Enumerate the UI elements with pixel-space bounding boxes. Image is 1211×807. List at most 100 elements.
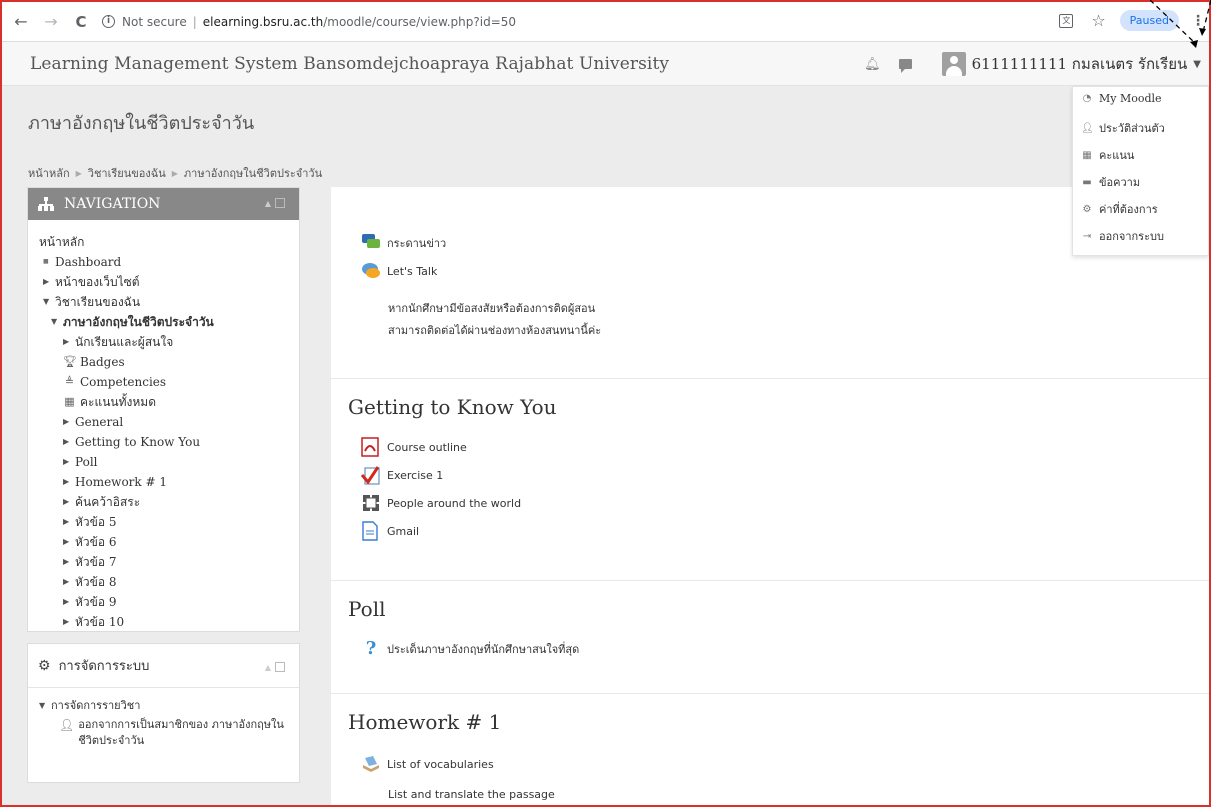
expand-icon[interactable]: ▶: [63, 612, 75, 632]
breadcrumb-arrow-icon: ▶: [75, 168, 82, 178]
nav-item-badges[interactable]: Badges: [80, 352, 125, 372]
navigation-block-header: NAVIGATION ▲: [28, 188, 299, 220]
collapse-icon[interactable]: ▼: [39, 698, 51, 714]
menu-item-messages[interactable]: ▬ ข้อความ: [1081, 173, 1140, 191]
site-title[interactable]: Learning Management System Bansomdejchoa…: [30, 54, 669, 74]
menu-item-label: ประวัติส่วนตัว: [1099, 122, 1165, 135]
user-menu-name[interactable]: 6111111111 กมลเนตร รักเรียน: [972, 52, 1188, 76]
nav-item-section[interactable]: General: [75, 412, 123, 432]
wrench-icon: ⚙: [1082, 203, 1092, 215]
menu-item-profile[interactable]: 👤︎ ประวัติส่วนตัว: [1081, 119, 1165, 137]
admin-item-course-admin[interactable]: การจัดการรายวิชา: [51, 698, 140, 714]
expand-icon[interactable]: ▶: [63, 332, 75, 352]
user-icon: 👤︎: [59, 718, 75, 732]
back-arrow-icon[interactable]: ←: [10, 11, 32, 33]
breadcrumb: หน้าหลัก ▶ วิชาเรียนของฉัน ▶ ภาษาอังกฤษใ…: [28, 164, 322, 182]
collapse-block-icon[interactable]: ▲: [265, 199, 271, 208]
nav-item-section[interactable]: Poll: [75, 452, 98, 472]
administration-block: ⚙ การจัดการระบบ ▲ ▼ การจัดการรายวิชา 👤︎ อ…: [27, 643, 300, 783]
trophy-icon: 🏆︎: [63, 355, 77, 368]
bookmark-star-icon[interactable]: ☆: [1091, 11, 1105, 30]
activity-lets-talk[interactable]: Let's Talk: [361, 261, 437, 281]
nav-item-site-pages[interactable]: หน้าของเว็บไซต์: [55, 272, 140, 292]
expand-icon[interactable]: ▶: [63, 572, 75, 592]
nav-item-current-course[interactable]: ภาษาอังกฤษในชีวิตประจำวัน: [63, 312, 214, 332]
menu-item-logout[interactable]: ⇥ ออกจากระบบ: [1081, 227, 1164, 245]
nav-item-section[interactable]: หัวข้อ 10: [75, 612, 124, 632]
breadcrumb-course[interactable]: ภาษาอังกฤษในชีวิตประจำวัน: [184, 164, 322, 182]
administration-block-header: ⚙ การจัดการระบบ ▲: [28, 644, 299, 688]
expand-icon[interactable]: ▶: [63, 412, 75, 432]
menu-item-preferences[interactable]: ⚙ ค่าที่ต้องการ: [1081, 200, 1158, 218]
expand-icon[interactable]: ▶: [63, 532, 75, 552]
expand-icon[interactable]: ▶: [63, 552, 75, 572]
nav-item-section[interactable]: หัวข้อ 9: [75, 592, 117, 612]
nav-item-section[interactable]: หัวข้อ 8: [75, 572, 117, 592]
expand-icon[interactable]: ▶: [63, 432, 75, 452]
address-separator: |: [192, 14, 197, 29]
activity-course-outline[interactable]: Course outline: [361, 437, 467, 457]
collapse-icon[interactable]: ▼: [51, 312, 63, 332]
section-title[interactable]: Getting to Know You: [348, 395, 557, 419]
nav-item-grades[interactable]: คะแนนทั้งหมด: [80, 392, 156, 412]
address-bar[interactable]: i Not secure | elearning.bsru.ac.th/mood…: [102, 15, 516, 29]
dock-block-icon[interactable]: [275, 662, 285, 672]
user-icon: 👤︎: [1081, 122, 1094, 134]
activity-gmail[interactable]: Gmail: [361, 521, 419, 541]
grades-table-icon: ▦: [64, 395, 75, 408]
avatar[interactable]: [941, 52, 966, 76]
nav-item-section[interactable]: Getting to Know You: [75, 432, 200, 452]
message-icon[interactable]: [898, 59, 912, 73]
nav-item-participants[interactable]: นักเรียนและผู้สนใจ: [75, 332, 173, 352]
nav-item-competencies[interactable]: Competencies: [80, 372, 166, 392]
activity-label: Exercise 1: [387, 468, 444, 482]
menu-item-label: ออกจากระบบ: [1099, 230, 1164, 243]
nav-item-section[interactable]: หัวข้อ 5: [75, 512, 117, 532]
section-homework-1: Homework # 1 List of vocabularies List a…: [331, 694, 1209, 807]
section-title[interactable]: Poll: [348, 597, 385, 621]
admin-item-unenrol[interactable]: ออกจากการเป็นสมาชิกของ ภาษาอังกฤษใน ชีวิ…: [78, 717, 284, 749]
nav-item-section[interactable]: หัวข้อ 6: [75, 532, 117, 552]
section-getting-to-know-you: Getting to Know You Course outline Exerc…: [331, 379, 1209, 581]
expand-icon[interactable]: ▶: [63, 472, 75, 492]
menu-item-grades[interactable]: ▦ คะแนน: [1081, 146, 1134, 164]
assignment-icon: [360, 465, 381, 485]
chevron-down-icon[interactable]: ▼: [1193, 59, 1201, 70]
nav-item-dashboard[interactable]: Dashboard: [55, 252, 121, 272]
section-title[interactable]: Homework # 1: [348, 710, 501, 734]
nav-item-section[interactable]: ค้นคว้าอิสระ: [75, 492, 140, 512]
expand-icon[interactable]: ▶: [63, 592, 75, 612]
nav-item-section[interactable]: Homework # 1: [75, 472, 167, 492]
activity-poll-choice[interactable]: ? ประเด็นภาษาอังกฤษที่นักศึกษาสนใจที่สุด: [361, 639, 580, 659]
menu-item-label: My Moodle: [1099, 92, 1162, 105]
translate-icon[interactable]: 文: [1059, 13, 1074, 28]
activity-label: Gmail: [387, 524, 420, 538]
navigation-tree: หน้าหลัก ■ Dashboard ▶ หน้าของเว็บไซต์ ▼ วิ…: [28, 220, 299, 632]
nav-item-my-courses[interactable]: วิชาเรียนของฉัน: [55, 292, 140, 312]
forward-arrow-icon[interactable]: →: [40, 11, 62, 33]
sitemap-icon: [38, 197, 54, 211]
expand-icon[interactable]: ▶: [43, 272, 55, 292]
expand-icon[interactable]: ▶: [63, 512, 75, 532]
collapse-icon[interactable]: ▼: [43, 292, 55, 312]
page-title: ภาษาอังกฤษในชีวิตประจำวัน: [28, 113, 255, 134]
activity-list-of-vocabularies[interactable]: List of vocabularies: [361, 754, 494, 774]
activity-exercise-1[interactable]: Exercise 1: [360, 465, 444, 485]
menu-item-my-moodle[interactable]: ◔ My Moodle: [1081, 92, 1162, 105]
dock-block-icon[interactable]: [275, 198, 285, 208]
breadcrumb-home[interactable]: หน้าหลัก: [28, 164, 70, 182]
activity-people-around-the-world[interactable]: People around the world: [361, 493, 521, 513]
collapse-block-icon[interactable]: ▲: [265, 663, 271, 672]
expand-icon[interactable]: ▶: [63, 492, 75, 512]
nav-item-home[interactable]: หน้าหลัก: [39, 232, 84, 252]
notification-bell-icon[interactable]: 🔔︎: [864, 57, 881, 72]
nav-item-section[interactable]: หัวข้อ 7: [75, 552, 117, 572]
menu-item-label: ข้อความ: [1099, 176, 1141, 189]
breadcrumb-my-courses[interactable]: วิชาเรียนของฉัน: [88, 164, 166, 182]
activity-label: List of vocabularies: [387, 757, 494, 771]
info-icon[interactable]: i: [102, 15, 115, 28]
reload-icon[interactable]: C: [70, 11, 92, 33]
browser-toolbar: ← → C i Not secure | elearning.bsru.ac.t…: [2, 2, 1209, 42]
expand-icon[interactable]: ▶: [63, 452, 75, 472]
activity-news[interactable]: กระดานข่าว: [361, 233, 446, 253]
